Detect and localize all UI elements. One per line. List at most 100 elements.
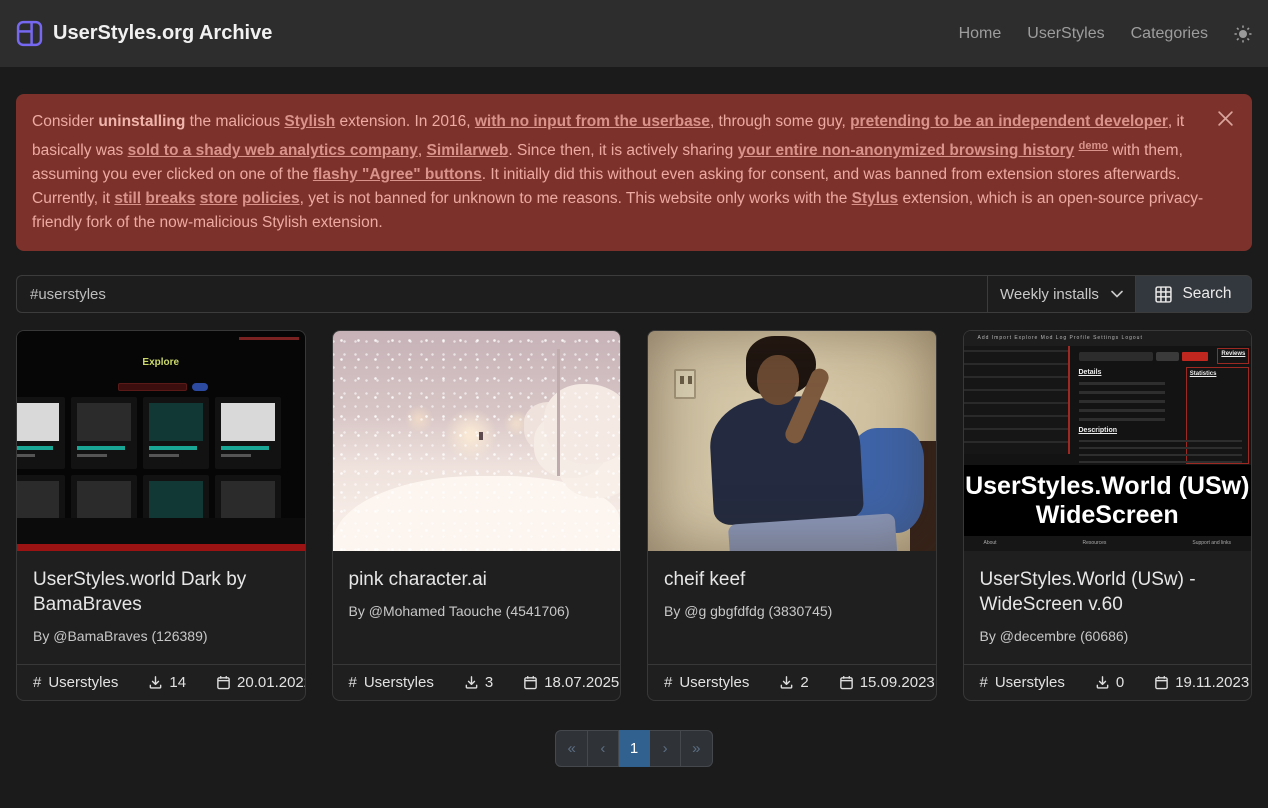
image-art-shape <box>77 454 107 457</box>
card-image[interactable]: Add Import Explore Mod Log Profile Setti… <box>964 331 1252 551</box>
search-button-label: Search <box>1182 285 1231 303</box>
downloads-group: 3 <box>464 674 493 691</box>
alert-link[interactable]: sold to a shady web analytics company <box>128 142 418 159</box>
style-card: Add Import Explore Mod Log Profile Setti… <box>963 330 1253 701</box>
app-title: UserStyles.org Archive <box>53 22 272 45</box>
search-button[interactable]: Search <box>1136 275 1252 313</box>
image-art-shape <box>17 397 65 469</box>
nav-link-home[interactable]: Home <box>959 25 1002 43</box>
alert-link[interactable]: pretending to be an independent develope… <box>850 113 1168 130</box>
card-title[interactable]: UserStyles.World (USw) - WideScreen v.60 <box>980 567 1236 617</box>
alert-link[interactable]: Similarweb <box>427 142 509 159</box>
category-link[interactable]: # Userstyles <box>664 674 749 691</box>
image-art-shape <box>215 397 281 469</box>
nav-link-userstyles[interactable]: UserStyles <box>1027 25 1104 43</box>
card-image[interactable] <box>648 331 936 551</box>
category-link[interactable]: # Userstyles <box>980 674 1065 691</box>
hash-icon: # <box>664 674 672 691</box>
alert-link[interactable]: policies <box>242 190 300 207</box>
alert-plain-text: , <box>418 142 427 159</box>
image-art-shape <box>221 403 275 441</box>
image-art-shape <box>149 481 203 519</box>
date-group: 18.07.2025 <box>523 674 619 691</box>
image-art-shape <box>1079 381 1165 421</box>
pagination: «‹1›» <box>16 730 1252 767</box>
alert-demo-link[interactable]: demo <box>1079 140 1108 152</box>
stylish-warning-banner: Consider uninstalling the malicious Styl… <box>16 94 1252 251</box>
card-body: pink character.ai By @Mohamed Taouche (4… <box>333 551 621 664</box>
card-date: 19.11.2023 <box>1175 674 1249 691</box>
card-title[interactable]: UserStyles.world Dark by BamaBraves <box>33 567 289 617</box>
downloads-count: 0 <box>1116 674 1124 691</box>
downloads-group: 14 <box>148 674 186 691</box>
page-1-button[interactable]: 1 <box>619 730 650 767</box>
image-art-shape: UserStyles.World (USw) <box>965 473 1249 500</box>
image-art-shape: Reviews <box>1217 348 1249 364</box>
card-author: By @g gbgfdfdg (3830745) <box>664 603 920 619</box>
download-icon <box>148 675 163 690</box>
alert-bold-text: uninstalling <box>98 113 185 130</box>
last-page-button[interactable]: » <box>681 730 712 767</box>
image-art-shape <box>333 331 621 551</box>
alert-plain-text: the malicious <box>185 113 284 130</box>
category-link[interactable]: # Userstyles <box>33 674 118 691</box>
hash-icon: # <box>349 674 357 691</box>
downloads-count: 2 <box>800 674 808 691</box>
image-art-shape <box>1079 439 1243 463</box>
image-art-shape <box>17 544 305 551</box>
image-art-shape: AboutResourcesSupport and links <box>964 536 1252 551</box>
image-art-shape <box>1156 352 1179 361</box>
card-title[interactable]: cheif keef <box>664 567 920 592</box>
alert-link[interactable]: store <box>200 190 238 207</box>
image-art-shape <box>1079 352 1154 361</box>
category-link[interactable]: # Userstyles <box>349 674 434 691</box>
alert-link[interactable]: still <box>114 190 141 207</box>
search-bar: Weekly installs Search <box>16 275 1252 313</box>
chevron-down-icon <box>1111 290 1123 298</box>
first-page-button[interactable]: « <box>555 730 587 767</box>
download-icon <box>779 675 794 690</box>
alert-plain-text: Consider <box>32 113 98 130</box>
image-art-shape <box>149 446 197 450</box>
card-image[interactable]: Explore <box>17 331 305 551</box>
alert-link[interactable]: Stylish <box>284 113 335 130</box>
alert-text: Consider uninstalling the malicious Styl… <box>32 113 1203 231</box>
hash-icon: # <box>33 674 41 691</box>
downloads-count: 3 <box>485 674 493 691</box>
card-body: UserStyles.world Dark by BamaBraves By @… <box>17 551 305 664</box>
card-author: By @BamaBraves (126389) <box>33 628 289 644</box>
image-art-shape <box>648 331 936 551</box>
image-art-shape <box>17 481 59 519</box>
alert-link[interactable]: with no input from the userbase <box>475 113 710 130</box>
image-art-shape <box>17 403 59 441</box>
previous-page-button[interactable]: ‹ <box>588 730 619 767</box>
card-date: 15.09.2023 <box>860 674 935 691</box>
image-art-shape <box>1182 352 1208 361</box>
alert-link[interactable]: flashy "Agree" buttons <box>313 166 482 183</box>
next-page-button[interactable]: › <box>650 730 681 767</box>
alert-plain-text: , yet is not banned for unknown to me re… <box>300 190 852 207</box>
nav-link-categories[interactable]: Categories <box>1131 25 1208 43</box>
card-image[interactable] <box>333 331 621 551</box>
alert-sup: demo <box>1079 140 1108 152</box>
alert-link[interactable]: Stylus <box>852 190 899 207</box>
card-footer: # Userstyles 2 <box>648 664 936 700</box>
downloads-count: 14 <box>169 674 186 691</box>
downloads-group: 0 <box>1095 674 1124 691</box>
card-footer: # Userstyles 14 <box>17 664 305 700</box>
card-author: By @Mohamed Taouche (4541706) <box>349 603 605 619</box>
download-icon <box>1095 675 1110 690</box>
alert-close-button[interactable] <box>1213 106 1238 131</box>
sort-select[interactable]: Weekly installs <box>987 275 1136 313</box>
brand[interactable]: UserStyles.org Archive <box>16 20 272 47</box>
category-label: Userstyles <box>48 674 118 691</box>
search-input[interactable] <box>16 275 987 313</box>
nav-links: Home UserStyles Categories <box>959 25 1252 43</box>
alert-link[interactable]: your entire non-anonymized browsing hist… <box>738 142 1075 159</box>
card-footer: # Userstyles 0 <box>964 664 1252 700</box>
card-footer: # Userstyles 3 <box>333 664 621 700</box>
image-art-shape <box>118 383 187 391</box>
card-title[interactable]: pink character.ai <box>349 567 605 592</box>
theme-toggle-button[interactable] <box>1234 25 1252 43</box>
alert-link[interactable]: breaks <box>145 190 195 207</box>
